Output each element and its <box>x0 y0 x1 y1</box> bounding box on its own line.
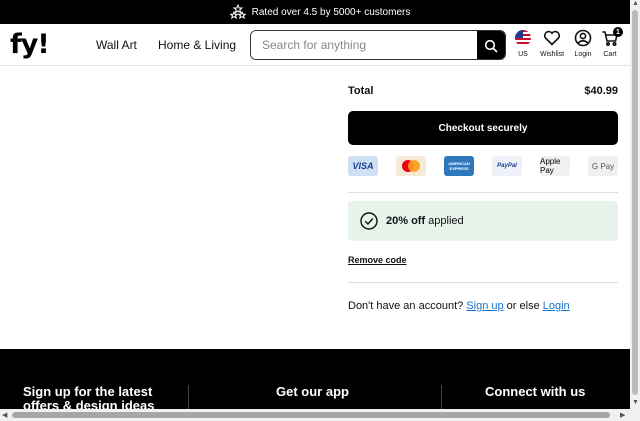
wishlist-link[interactable]: Wishlist <box>540 29 564 58</box>
divider <box>348 192 618 193</box>
cart-count-badge: 1 <box>613 27 623 37</box>
account-prompt: Don't have an account? Sign up or else L… <box>348 300 570 312</box>
search-bar <box>250 30 506 60</box>
promo-discount: 20% off <box>386 215 426 227</box>
nav-wall-art[interactable]: Wall Art <box>96 38 137 52</box>
scroll-up-icon[interactable]: ▲ <box>632 0 639 7</box>
promo-applied-label: applied <box>425 215 464 227</box>
footer-divider <box>188 385 189 409</box>
google-pay-icon: G Pay <box>588 156 618 176</box>
account-prompt-text: Don't have an account? <box>348 300 467 312</box>
apple-pay-icon: Apple Pay <box>540 156 570 176</box>
order-total-row: Total $40.99 <box>348 85 618 97</box>
promo-applied-banner: 20% off applied <box>348 201 618 241</box>
top-announcement-bar: Rated over 4.5 by 5000+ customers <box>0 0 640 24</box>
us-flag-icon <box>515 30 531 46</box>
horizontal-scroll-thumb[interactable] <box>12 412 610 418</box>
app-heading: Get our app <box>276 384 349 399</box>
scroll-down-icon[interactable]: ▼ <box>632 399 639 406</box>
scroll-left-icon[interactable]: ◀ <box>2 411 7 419</box>
visa-icon: VISA <box>348 156 378 176</box>
account-or-text: or else <box>503 300 543 312</box>
rating-text: Rated over 4.5 by 5000+ customers <box>251 6 411 18</box>
vertical-scrollbar[interactable]: ▲ ▼ <box>630 0 640 409</box>
promo-text: 20% off applied <box>386 215 464 227</box>
login-label: Login <box>574 51 592 58</box>
payment-methods: VISA AMERICAN EXPRESS PayPal Apple Pay G… <box>348 156 618 176</box>
remove-code-link[interactable]: Remove code <box>348 255 407 265</box>
login-link-bottom[interactable]: Login <box>543 300 570 312</box>
total-label: Total <box>348 85 374 97</box>
cart-label: Cart <box>603 51 617 58</box>
site-header: fy! Wall Art Home & Living US Wishlist <box>0 24 630 66</box>
wishlist-label: Wishlist <box>540 51 565 58</box>
user-icon <box>574 29 592 47</box>
stars-icon <box>229 4 246 20</box>
amex-icon: AMERICAN EXPRESS <box>444 156 474 176</box>
check-circle-icon <box>360 212 378 230</box>
connect-heading: Connect with us <box>485 384 586 399</box>
total-value: $40.99 <box>584 85 618 97</box>
paypal-icon: PayPal <box>492 156 522 176</box>
vertical-scroll-thumb[interactable] <box>632 10 638 395</box>
newsletter-heading-line1: Sign up for the latest <box>23 384 153 399</box>
login-link[interactable]: Login <box>574 29 592 58</box>
mastercard-icon <box>396 156 426 176</box>
site-footer: Sign up for the latest offers & design i… <box>0 349 630 413</box>
region-label: US <box>518 51 528 58</box>
signup-link[interactable]: Sign up <box>466 300 503 312</box>
nav-home-living[interactable]: Home & Living <box>158 38 236 52</box>
footer-divider <box>441 385 442 409</box>
search-button[interactable] <box>477 31 505 59</box>
divider <box>348 282 618 283</box>
search-icon <box>484 39 498 53</box>
horizontal-scrollbar[interactable]: ◀ ▶ <box>0 409 640 421</box>
search-input[interactable] <box>251 31 477 59</box>
checkout-button[interactable]: Checkout securely <box>348 111 618 145</box>
scroll-right-icon[interactable]: ▶ <box>620 411 625 419</box>
site-logo[interactable]: fy! <box>10 30 50 60</box>
region-selector[interactable]: US <box>514 29 532 58</box>
heart-icon <box>544 30 561 46</box>
cart-link[interactable]: 1 Cart <box>601 27 623 58</box>
